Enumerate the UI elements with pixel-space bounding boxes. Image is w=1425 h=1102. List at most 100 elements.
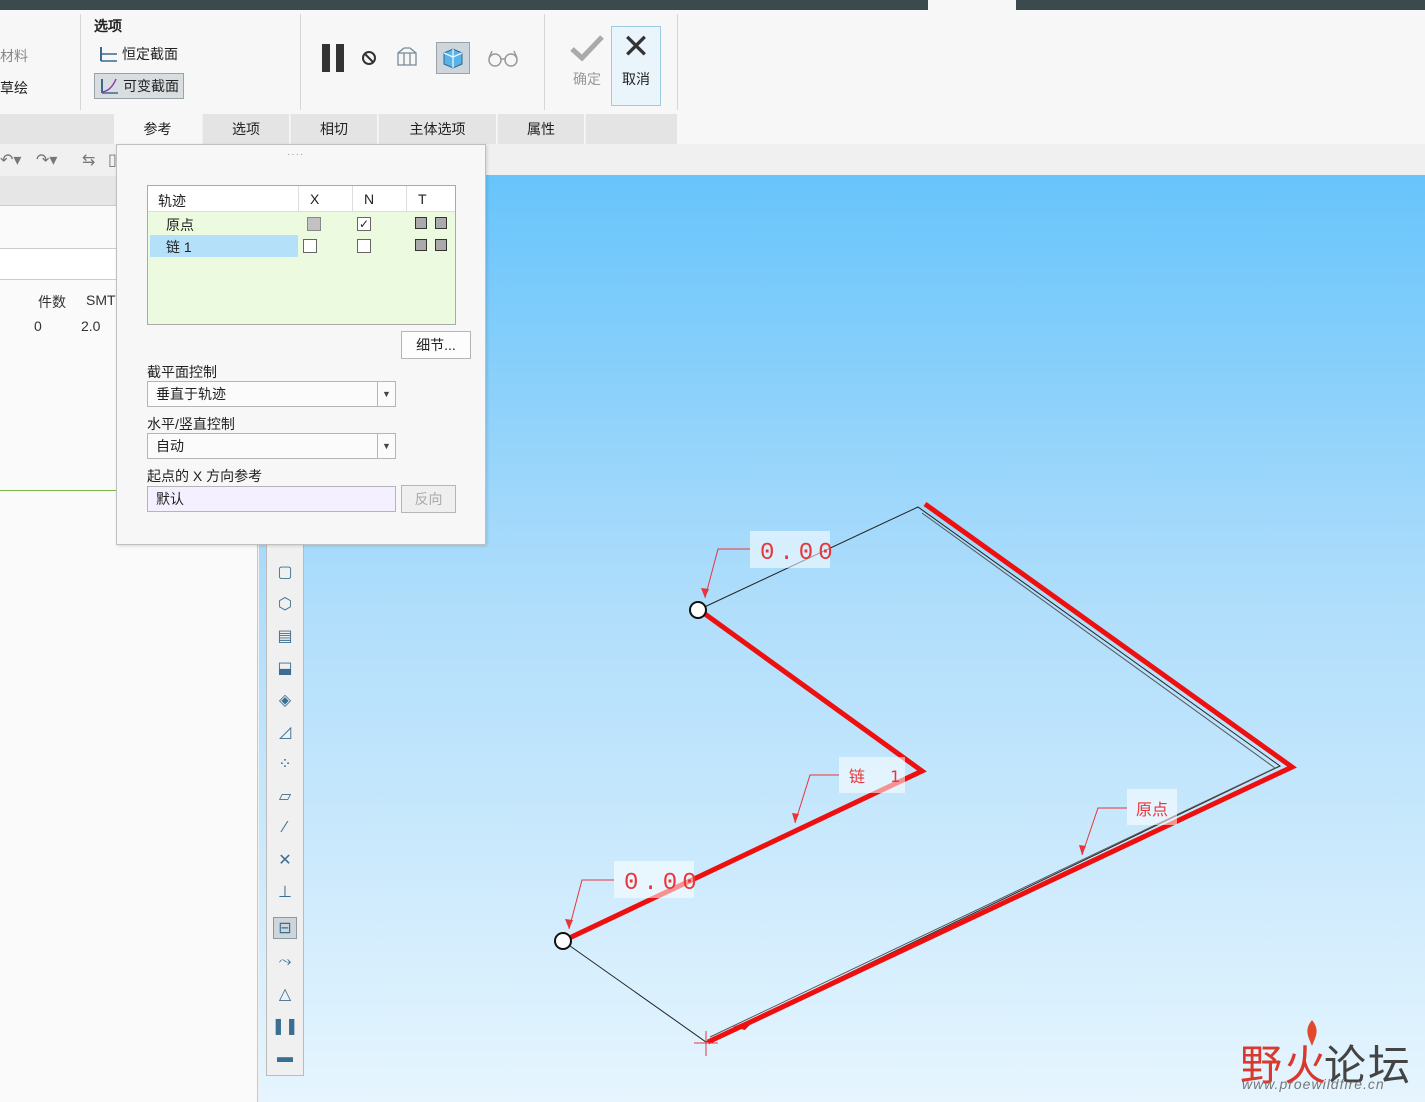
glasses-icon[interactable] — [486, 47, 520, 69]
point-display-icon[interactable]: ✕ — [273, 849, 297, 871]
cube-view-icon[interactable]: ⬡ — [273, 593, 297, 615]
dim-bottom-text: 0.00 — [624, 870, 702, 897]
dim-top-leader — [704, 548, 750, 599]
sketch-label[interactable]: 草绘 — [0, 78, 28, 98]
regenerate-icon[interactable]: ⇆ — [82, 150, 95, 170]
section-outline — [562, 506, 1281, 1043]
smt-value: 2.0 — [81, 318, 101, 334]
section-edge — [709, 512, 1276, 1038]
axis-display-icon[interactable]: ⁄ — [273, 817, 297, 839]
count-value: 0 — [34, 318, 42, 334]
active-ribbon-tab[interactable] — [928, 0, 1016, 10]
x-checkbox[interactable] — [303, 239, 317, 253]
ribbon-separator — [300, 14, 301, 110]
pause-icon[interactable] — [322, 44, 344, 72]
tab-references[interactable]: 参考 — [114, 114, 202, 144]
x-checkbox[interactable] — [307, 217, 321, 231]
ribbon-empty-area — [678, 10, 1425, 144]
variable-section-label: 可变截面 — [123, 78, 179, 94]
options-group-title: 选项 — [94, 18, 122, 34]
verify-solid-icon — [443, 48, 463, 69]
divider — [0, 490, 116, 491]
shaded-cube-icon[interactable]: ◈ — [273, 689, 297, 711]
origin-trajectory[interactable] — [706, 501, 1297, 1045]
insert-icon[interactable]: ⬓ — [273, 657, 297, 679]
section-control-select[interactable]: 垂直于轨迹 ▼ — [147, 381, 396, 407]
hv-control-label: 水平/竖直控制 — [147, 416, 235, 432]
plane-display-icon[interactable]: ▱ — [273, 785, 297, 807]
stop-icon[interactable] — [360, 49, 378, 67]
close-icon: ✕ — [621, 28, 651, 66]
constant-section-button[interactable]: 恒定截面 — [94, 41, 182, 67]
sweep-geometry: 0.00 0.00 链 1 原点 — [554, 501, 1297, 1056]
forum-logo: 野火 论坛 www.proewildfire.cn — [1238, 1018, 1418, 1098]
ribbon-separator — [80, 14, 81, 110]
ribbon-separator — [544, 14, 545, 110]
header-t: T — [418, 191, 427, 207]
t-toggle[interactable] — [415, 217, 427, 229]
undo-icon[interactable]: ↶▾ — [0, 150, 21, 170]
chain-arrowhead — [792, 813, 799, 823]
spin-center-icon[interactable]: ⤳ — [273, 951, 297, 973]
column-header-count[interactable]: 件数 — [38, 292, 66, 312]
details-button[interactable]: 细节... — [401, 331, 471, 359]
tab-tangency[interactable]: 相切 — [291, 114, 378, 144]
trajectory-table: 轨迹 X N T 原点 ✓ 链 1 — [147, 185, 456, 325]
pause-small-icon[interactable]: ❚❚ — [272, 1015, 299, 1037]
x-ref-field[interactable]: 默认 — [147, 486, 396, 512]
material-label[interactable]: 材料 — [0, 46, 28, 66]
confirm-button[interactable]: 确定 — [566, 34, 608, 100]
n-checkbox[interactable] — [357, 239, 371, 253]
row-name: 原点 — [166, 217, 194, 233]
section-point-top[interactable] — [689, 601, 707, 619]
chevron-down-icon[interactable]: ▼ — [377, 382, 395, 406]
column-header-smt[interactable]: SMT — [86, 292, 116, 308]
perspective-icon[interactable]: △ — [273, 983, 297, 1005]
hv-control-select[interactable]: 自动 ▼ — [147, 433, 396, 459]
camera-icon[interactable]: ▤ — [273, 625, 297, 647]
tabs-empty-fill — [586, 114, 678, 144]
confirm-label: 确定 — [573, 71, 601, 87]
x-ref-value: 默认 — [156, 491, 184, 507]
header-x: X — [310, 191, 320, 207]
annotation-display-icon[interactable]: ⊟ — [273, 917, 297, 939]
verify-mode-button[interactable] — [436, 42, 470, 74]
section-control-label: 截平面控制 — [147, 364, 217, 380]
redo-icon[interactable]: ↷▾ — [36, 150, 57, 170]
reverse-button[interactable]: 反向 — [401, 485, 456, 513]
tab-body-options[interactable]: 主体选项 — [379, 114, 497, 144]
trajectory-table-header: 轨迹 X N T — [148, 186, 455, 212]
header-n: N — [364, 191, 375, 207]
dashboard-tabs: 参考 选项 相切 主体选项 属性 — [0, 114, 678, 144]
logo-url: www.proewildfire.cn — [1242, 1076, 1385, 1092]
tab-options[interactable]: 选项 — [203, 114, 290, 144]
n-checkbox[interactable]: ✓ — [357, 217, 371, 231]
constant-section-label: 恒定截面 — [122, 46, 178, 62]
table-row[interactable]: 原点 ✓ — [148, 213, 455, 235]
section-point-bottom[interactable] — [554, 932, 572, 950]
preview-mesh-icon[interactable] — [394, 45, 420, 71]
t-toggle[interactable] — [435, 239, 447, 251]
dim-bottom-arrowhead — [565, 919, 573, 929]
cancel-label: 取消 — [622, 71, 650, 87]
flame-icon — [1307, 1020, 1317, 1046]
section-icon[interactable]: ◿ — [273, 721, 297, 743]
variable-section-button[interactable]: 可变截面 — [94, 73, 184, 99]
chevron-down-icon[interactable]: ▼ — [377, 434, 395, 458]
chain-label-text: 链 1 — [849, 767, 910, 786]
panel-grip[interactable]: ···· — [287, 149, 304, 160]
csys-display-icon[interactable]: ⊥ — [273, 881, 297, 903]
tab-properties[interactable]: 属性 — [498, 114, 585, 144]
table-row[interactable]: 链 1 — [148, 235, 455, 257]
references-panel: ···· 轨迹 X N T 原点 ✓ 链 1 细节... 截平面控制 垂直于轨迹… — [116, 144, 486, 545]
more-icon[interactable]: ▬ — [273, 1047, 297, 1069]
checkmark-icon — [570, 35, 604, 62]
graphics-toolbar-strip — [486, 144, 1425, 175]
t-toggle[interactable] — [435, 217, 447, 229]
dim-top-arrowhead — [701, 588, 709, 598]
title-bar — [0, 0, 1425, 10]
t-toggle[interactable] — [415, 239, 427, 251]
box-icon[interactable]: ▢ — [273, 561, 297, 583]
datum-display-icon[interactable]: ⁘ — [273, 753, 297, 775]
cancel-button[interactable]: ✕ 取消 — [611, 26, 661, 106]
